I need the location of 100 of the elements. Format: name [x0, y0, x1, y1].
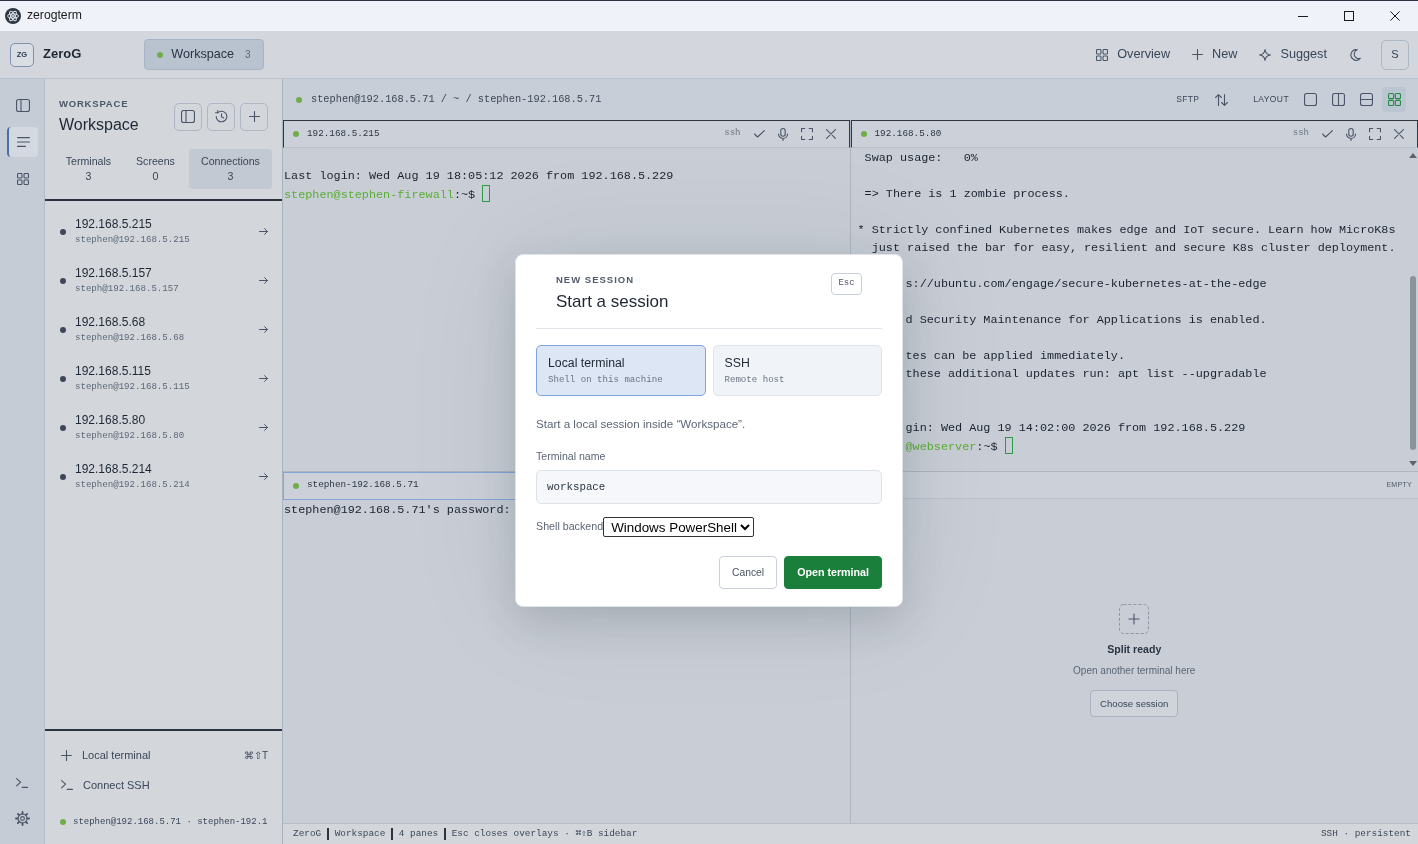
add-button[interactable] — [240, 102, 268, 131]
empty-title: Split ready — [1107, 642, 1162, 657]
panel-icon — [16, 98, 30, 112]
terminal-line: d Security Maintenance for Applications is enabled. — [905, 313, 1267, 327]
status-dot — [60, 326, 66, 333]
status-dot — [60, 375, 66, 382]
history-icon — [214, 110, 228, 123]
connection-item[interactable]: 192.168.5.80 stephen@192.168.5.80 — [45, 403, 282, 452]
terminal-line: => There is 1 zombie process. — [863, 187, 1070, 201]
microphone-icon[interactable] — [1346, 127, 1356, 141]
terminal-cursor — [1004, 437, 1013, 454]
avatar[interactable]: S — [1381, 39, 1409, 70]
breadcrumb: stephen@192.168.5.71 / ~ / stephen-192.168.5.71 — [311, 92, 602, 107]
brand-name: ZeroG — [43, 46, 82, 63]
expand-icon[interactable] — [1369, 128, 1381, 140]
terminal-line: stephen@192.168.5.71's password: — [284, 502, 511, 517]
field-label: Shell backend — [536, 520, 604, 534]
minimize-icon[interactable] — [1298, 15, 1308, 17]
overview-button[interactable]: Overview — [1096, 46, 1171, 63]
maximize-icon[interactable] — [1344, 11, 1354, 21]
rows-icon — [1359, 93, 1373, 106]
scroll-down-icon[interactable] — [1409, 460, 1417, 466]
settings-icon[interactable] — [14, 811, 30, 826]
stats-tab[interactable]: Connections 3 — [188, 149, 272, 189]
plus-icon — [1192, 49, 1204, 60]
protocol-label: ssh — [724, 128, 741, 140]
session-type-option[interactable]: Local terminal Shell on this machine — [536, 345, 706, 396]
transfer-icon[interactable] — [1215, 93, 1229, 106]
moon-icon[interactable] — [1349, 48, 1361, 61]
status-dot — [157, 51, 164, 58]
arrow-icon — [259, 375, 268, 382]
list-icon — [16, 137, 30, 147]
history-button[interactable] — [207, 102, 235, 131]
terminal-icon[interactable] — [16, 778, 28, 788]
open-terminal-button[interactable]: Open terminal — [784, 556, 882, 589]
status-item: SSH · persistent — [1321, 827, 1411, 841]
session-type-option[interactable]: SSH Remote host — [712, 345, 882, 396]
connect-ssh-button[interactable]: Connect SSH — [60, 770, 268, 800]
terminal-line: s://ubuntu.com/engage/secure-kubernetes-at-the-edge — [905, 277, 1267, 291]
dialog-title: Start a session — [556, 291, 669, 313]
choose-session-button[interactable]: Choose session — [1090, 690, 1179, 718]
new-button[interactable]: New — [1192, 46, 1238, 63]
workspace-title: Workspace — [59, 115, 139, 135]
tab-count: 3 — [245, 48, 251, 61]
terminal-line: tes can be applied immediately. — [905, 349, 1125, 363]
app-logo-icon — [5, 8, 21, 24]
pane-title: 192.168.5.80 — [874, 127, 942, 141]
toggle-panel-button[interactable] — [174, 102, 202, 131]
terminal-prompt: stephen@stephen-firewall:~$ — [284, 188, 476, 202]
connection-item[interactable]: 192.168.5.214 stephen@192.168.5.214 — [45, 452, 282, 501]
backend-select[interactable]: Windows PowerShell — [603, 517, 755, 537]
connection-item[interactable]: 192.168.5.115 stephen@192.168.5.115 — [45, 354, 282, 403]
scroll-up-icon[interactable] — [1409, 153, 1417, 158]
dialog-description: Start a local session inside “Workspace”. — [536, 416, 747, 432]
pane-title: stephen-192.168.5.71 — [307, 479, 419, 492]
window-title: zerogterm — [27, 8, 82, 24]
stats-tab[interactable]: Terminals 3 — [55, 149, 122, 189]
terminal-line: just raised the bar for easy, resilient and secure K8s cluster deployment. — [870, 241, 1396, 255]
status-dot — [60, 424, 66, 431]
microphone-icon[interactable] — [777, 127, 788, 141]
status-item: ZeroG — [293, 827, 322, 841]
plus-icon — [248, 111, 260, 122]
grid-icon — [1096, 48, 1109, 61]
rail-tab[interactable] — [6, 127, 38, 157]
pane-title: 192.168.5.215 — [307, 127, 380, 141]
terminal-icon — [61, 780, 73, 790]
terminal-line: * Strictly confined Kubernetes makes edge and IoT secure. Learn how MicroK8s — [857, 223, 1396, 237]
close-icon[interactable] — [1390, 11, 1400, 21]
connection-item[interactable]: 192.168.5.157 steph@192.168.5.157 — [45, 256, 282, 305]
field-label: Terminal name — [536, 449, 607, 463]
dialog-eyebrow: NEW SESSION — [556, 274, 636, 286]
expand-icon[interactable] — [800, 128, 813, 140]
cancel-button[interactable]: Cancel — [719, 556, 778, 589]
sftp-button[interactable]: SFTP — [1176, 93, 1200, 105]
plus-icon — [61, 749, 72, 761]
status-dot — [860, 131, 867, 137]
terminal-prompt: @webserver:~$ — [905, 440, 998, 454]
local-terminal-button[interactable]: Local terminal ⌘⇧T — [60, 740, 268, 770]
stats-tab[interactable]: Screens 0 — [121, 149, 189, 189]
layout-option[interactable] — [1382, 87, 1406, 112]
workspace-tab[interactable]: Workspace 3 — [144, 39, 264, 70]
arrow-icon — [259, 326, 268, 333]
connection-item[interactable]: 192.168.5.68 stephen@192.168.5.68 — [45, 305, 282, 354]
terminal-line: Swap usage: 0% — [863, 151, 978, 165]
connection-item[interactable]: 192.168.5.215 stephen@192.168.5.215 — [45, 207, 282, 256]
suggest-button[interactable]: Suggest — [1259, 46, 1327, 63]
status-dot — [293, 131, 299, 137]
arrow-icon — [259, 473, 268, 480]
terminal-line: gin: Wed Aug 19 14:02:00 2026 from 192.168.5.229 — [905, 421, 1246, 435]
esc-key-button[interactable]: Esc — [831, 273, 862, 295]
name-input[interactable]: workspace — [536, 470, 882, 504]
check-icon[interactable] — [753, 130, 765, 138]
terminal-line: Last login: Wed Aug 19 18:05:12 2026 from 192.168.5.229 — [284, 169, 674, 183]
arrow-icon — [259, 228, 268, 235]
protocol-label: ssh — [1292, 128, 1309, 140]
scrollbar-thumb[interactable] — [1410, 276, 1416, 450]
check-icon[interactable] — [1322, 130, 1333, 138]
square-icon — [1303, 93, 1317, 106]
arrow-icon — [259, 424, 268, 431]
status-dot — [60, 228, 66, 235]
